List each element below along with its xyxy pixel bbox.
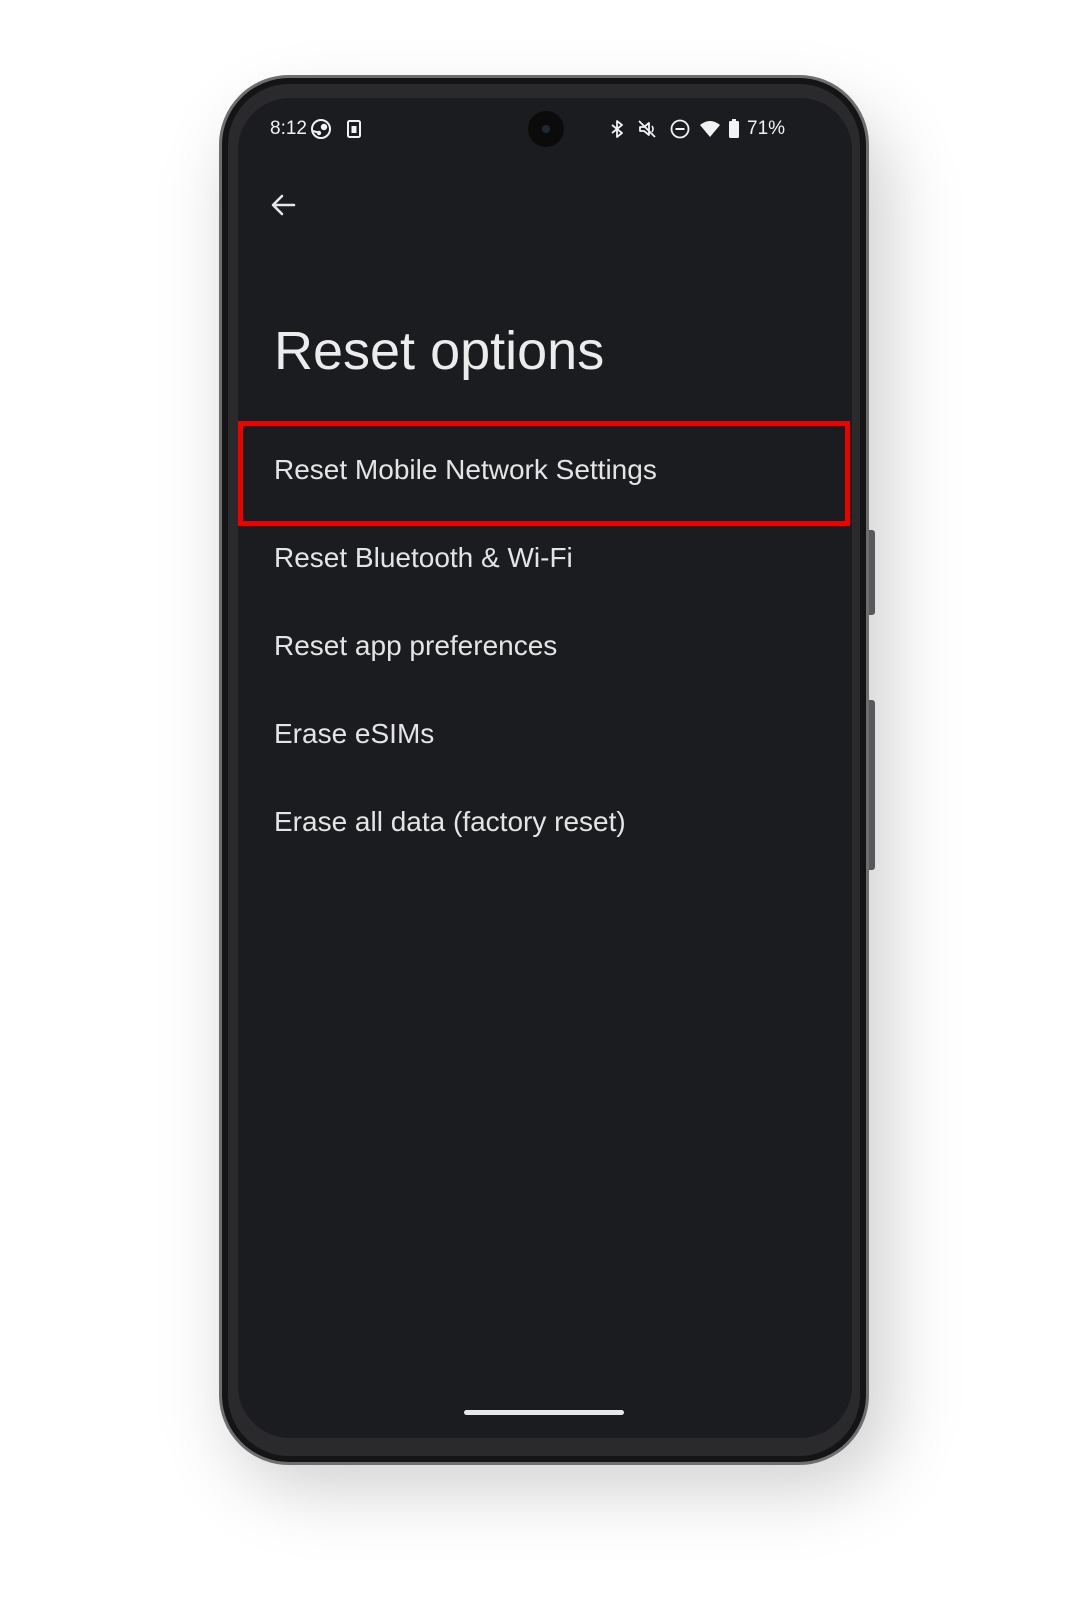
- steam-notification-icon: [311, 119, 331, 139]
- back-arrow-icon[interactable]: [260, 181, 308, 229]
- option-label: Erase all data (factory reset): [274, 806, 626, 837]
- option-erase-esims[interactable]: Erase eSIMs: [238, 692, 852, 780]
- front-camera: [528, 111, 564, 147]
- option-label: Reset app preferences: [274, 630, 558, 661]
- option-reset-app-preferences[interactable]: Reset app preferences: [238, 604, 852, 692]
- page-title: Reset options: [274, 321, 605, 381]
- option-label: Reset Mobile Network Settings: [274, 454, 657, 485]
- home-indicator[interactable]: [464, 1410, 624, 1415]
- bluetooth-icon: [611, 120, 623, 138]
- do-not-disturb-icon: [670, 119, 690, 139]
- battery-icon: [729, 119, 739, 138]
- phone-screen: 8:12 71% Reset options Reset Mobile Netw…: [238, 98, 852, 1438]
- vibrate-off-icon: [638, 120, 656, 138]
- option-erase-all-data[interactable]: Erase all data (factory reset): [238, 780, 852, 868]
- sim-card-icon: [347, 120, 361, 138]
- option-reset-mobile-network-settings[interactable]: Reset Mobile Network Settings: [238, 428, 852, 516]
- camera-lens: [542, 125, 550, 133]
- option-label: Erase eSIMs: [274, 718, 435, 749]
- battery-percentage: 71%: [747, 118, 786, 139]
- option-reset-bluetooth-wifi[interactable]: Reset Bluetooth & Wi-Fi: [238, 516, 852, 604]
- wifi-icon: [700, 121, 720, 137]
- status-bar: 8:12 71%: [238, 98, 852, 158]
- option-label: Reset Bluetooth & Wi-Fi: [274, 542, 573, 573]
- volume-button: [869, 700, 875, 870]
- power-button: [869, 530, 875, 615]
- status-time: 8:12: [270, 118, 307, 139]
